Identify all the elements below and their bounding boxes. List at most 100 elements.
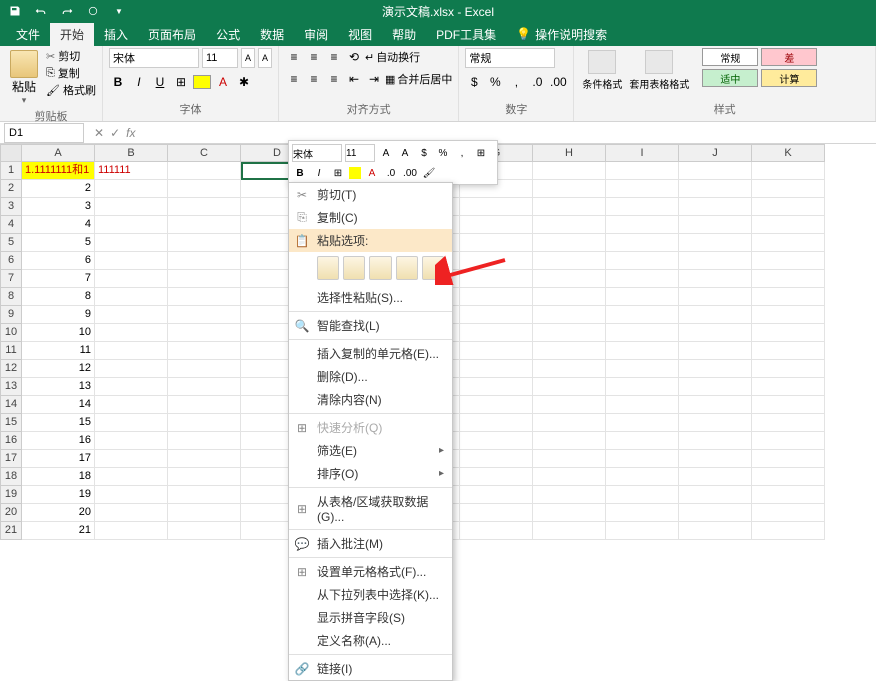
indent-inc-icon[interactable]: ⇥ — [365, 70, 383, 88]
font-color-button[interactable]: A — [214, 72, 232, 92]
cell[interactable] — [460, 324, 533, 342]
cell[interactable] — [95, 504, 168, 522]
cell[interactable] — [533, 504, 606, 522]
cell[interactable] — [168, 414, 241, 432]
cell[interactable] — [752, 378, 825, 396]
cell[interactable] — [168, 270, 241, 288]
cell[interactable] — [95, 324, 168, 342]
touch-icon[interactable] — [86, 4, 100, 18]
ctx-sort[interactable]: 排序(O)▸ — [289, 462, 452, 485]
currency-icon[interactable]: $ — [465, 72, 483, 92]
cell[interactable] — [168, 288, 241, 306]
cell[interactable] — [679, 234, 752, 252]
tab-review[interactable]: 审阅 — [294, 23, 338, 46]
cell[interactable] — [533, 360, 606, 378]
cell[interactable] — [752, 414, 825, 432]
cell[interactable] — [460, 198, 533, 216]
bold-button[interactable]: B — [109, 72, 127, 92]
cell[interactable] — [606, 306, 679, 324]
cell[interactable]: 3 — [22, 198, 95, 216]
cell[interactable] — [533, 234, 606, 252]
cell[interactable] — [752, 468, 825, 486]
cell[interactable] — [606, 162, 679, 180]
cell[interactable] — [168, 252, 241, 270]
cell[interactable] — [679, 360, 752, 378]
conditional-formatting-button[interactable]: 条件格式 — [580, 48, 624, 93]
cell[interactable] — [752, 216, 825, 234]
cell[interactable] — [460, 378, 533, 396]
ctx-delete[interactable]: 删除(D)... — [289, 365, 452, 388]
cell[interactable] — [752, 450, 825, 468]
cell[interactable] — [460, 468, 533, 486]
cell[interactable] — [533, 396, 606, 414]
cell[interactable] — [752, 198, 825, 216]
ctx-show-phonetic[interactable]: 显示拼音字段(S) — [289, 606, 452, 629]
cell[interactable] — [606, 450, 679, 468]
cell[interactable] — [95, 432, 168, 450]
cell[interactable] — [460, 414, 533, 432]
increase-decimal-icon[interactable]: .0 — [528, 72, 546, 92]
cell[interactable] — [168, 324, 241, 342]
cell[interactable] — [606, 270, 679, 288]
cell[interactable] — [168, 504, 241, 522]
cell[interactable] — [606, 396, 679, 414]
tab-file[interactable]: 文件 — [6, 23, 50, 46]
ctx-clear[interactable]: 清除内容(N) — [289, 388, 452, 411]
paste-opt-formulas[interactable] — [369, 256, 391, 280]
cell[interactable] — [606, 216, 679, 234]
ctx-smart-lookup[interactable]: 🔍智能查找(L) — [289, 314, 452, 337]
mini-font-select[interactable] — [292, 144, 342, 162]
cell[interactable] — [752, 324, 825, 342]
cell[interactable] — [533, 342, 606, 360]
cell[interactable] — [533, 306, 606, 324]
cell[interactable] — [460, 360, 533, 378]
cell[interactable] — [533, 378, 606, 396]
cell[interactable] — [752, 504, 825, 522]
cell[interactable] — [460, 234, 533, 252]
cell[interactable] — [679, 414, 752, 432]
cell[interactable] — [95, 270, 168, 288]
fx-icon[interactable]: fx — [126, 126, 135, 140]
cell[interactable] — [95, 468, 168, 486]
row-header[interactable]: 11 — [0, 342, 22, 360]
number-format-select[interactable] — [465, 48, 555, 68]
cell[interactable] — [95, 360, 168, 378]
cell[interactable] — [95, 414, 168, 432]
paste-button[interactable]: 粘贴 ▾ — [6, 48, 42, 108]
cell[interactable] — [752, 522, 825, 540]
cell[interactable]: 2 — [22, 180, 95, 198]
cell[interactable] — [679, 378, 752, 396]
mini-size-select[interactable] — [345, 144, 375, 162]
cell[interactable] — [679, 342, 752, 360]
row-header[interactable]: 4 — [0, 216, 22, 234]
cell[interactable] — [533, 288, 606, 306]
tab-pdf[interactable]: PDF工具集 — [426, 23, 506, 46]
name-box[interactable] — [4, 123, 84, 143]
cell[interactable]: 9 — [22, 306, 95, 324]
paste-opt-transpose[interactable] — [396, 256, 418, 280]
cell[interactable] — [679, 396, 752, 414]
cell[interactable] — [679, 468, 752, 486]
cell[interactable]: 15 — [22, 414, 95, 432]
style-gallery[interactable]: 常规 差 适中 计算 — [702, 48, 817, 87]
cell[interactable]: 11 — [22, 342, 95, 360]
row-header[interactable]: 10 — [0, 324, 22, 342]
ctx-paste-special[interactable]: 选择性粘贴(S)... — [289, 286, 452, 309]
cell[interactable] — [752, 306, 825, 324]
cell[interactable] — [168, 432, 241, 450]
cell[interactable] — [95, 342, 168, 360]
cell[interactable] — [95, 198, 168, 216]
row-header[interactable]: 12 — [0, 360, 22, 378]
cell[interactable]: 7 — [22, 270, 95, 288]
style-calc[interactable]: 计算 — [761, 69, 817, 87]
paste-opt-formatting[interactable] — [422, 256, 444, 280]
tab-formulas[interactable]: 公式 — [206, 23, 250, 46]
cell[interactable] — [679, 252, 752, 270]
align-bottom-icon[interactable]: ≡ — [325, 48, 343, 66]
cell[interactable] — [460, 432, 533, 450]
cell[interactable] — [752, 162, 825, 180]
tab-layout[interactable]: 页面布局 — [138, 23, 206, 46]
cell[interactable] — [679, 522, 752, 540]
cell[interactable] — [168, 468, 241, 486]
cell[interactable] — [752, 486, 825, 504]
